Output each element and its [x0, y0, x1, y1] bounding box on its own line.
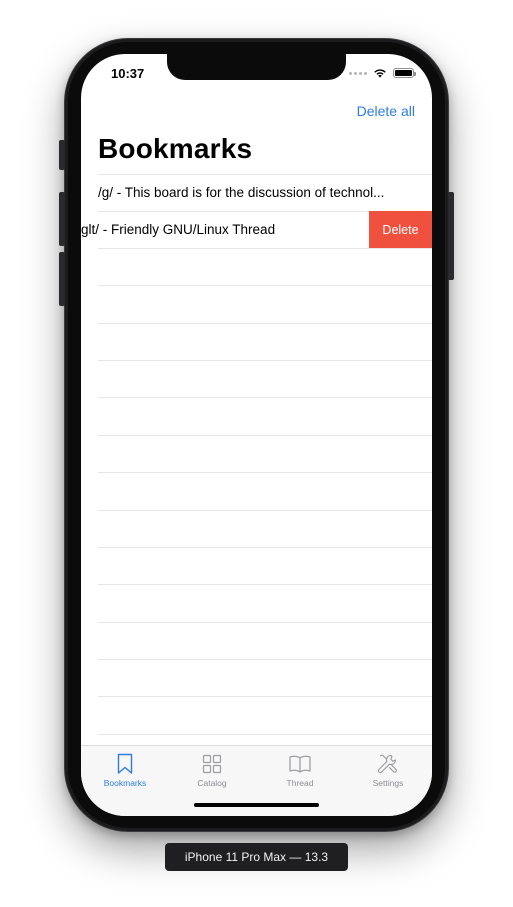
- battery-icon: [393, 68, 416, 78]
- delete-all-button[interactable]: Delete all: [357, 103, 415, 119]
- empty-row-separator: [98, 659, 432, 660]
- swipe-delete-button[interactable]: Delete: [369, 211, 432, 248]
- status-icons: [349, 68, 416, 78]
- empty-row-separator: [98, 696, 432, 697]
- empty-row-separator: [98, 397, 432, 398]
- home-indicator[interactable]: [194, 803, 319, 807]
- book-icon: [289, 755, 311, 773]
- tab-thread[interactable]: Thread: [265, 753, 335, 788]
- bookmark-row-glt[interactable]: glt/ - Friendly GNU/Linux Thread: [81, 222, 369, 237]
- row-separator: [98, 248, 432, 249]
- empty-row-separator: [98, 360, 432, 361]
- empty-row-separator: [98, 547, 432, 548]
- tab-label: Settings: [372, 778, 404, 788]
- empty-row-separator: [98, 435, 432, 436]
- power-button: [448, 192, 454, 280]
- empty-row-separator: [98, 510, 432, 511]
- tab-label: Catalog: [197, 778, 227, 788]
- page-title: Bookmarks: [98, 133, 253, 164]
- wifi-icon: [374, 69, 386, 78]
- volume-down-button: [59, 252, 65, 306]
- volume-up-button: [59, 192, 65, 246]
- empty-row-separator: [98, 285, 432, 286]
- tab-catalog[interactable]: Catalog: [177, 753, 247, 788]
- empty-row-separator: [98, 584, 432, 585]
- tab-label: Bookmarks: [103, 778, 147, 788]
- empty-row-separator: [98, 472, 432, 473]
- tab-bookmarks[interactable]: Bookmarks: [90, 753, 160, 788]
- grid-icon: [202, 754, 222, 774]
- empty-row-separator: [98, 734, 432, 735]
- empty-row-separator: [98, 323, 432, 324]
- silent-switch: [59, 140, 65, 170]
- row-separator: [98, 174, 432, 175]
- cellular-icon: [349, 71, 367, 75]
- wrench-screwdriver-icon: [377, 754, 397, 774]
- status-time: 10:37: [111, 66, 145, 81]
- bookmark-icon: [117, 753, 133, 774]
- notch: [167, 54, 346, 80]
- tab-settings[interactable]: Settings: [353, 753, 423, 788]
- bookmark-row-g[interactable]: /g/ - This board is for the discussion o…: [98, 185, 416, 200]
- tab-label: Thread: [286, 778, 314, 788]
- empty-row-separator: [98, 622, 432, 623]
- simulator-device-label: iPhone 11 Pro Max — 13.3: [165, 843, 348, 871]
- app-screen: 10:37 Delete all Bookmarks /g/ - This bo…: [81, 54, 432, 816]
